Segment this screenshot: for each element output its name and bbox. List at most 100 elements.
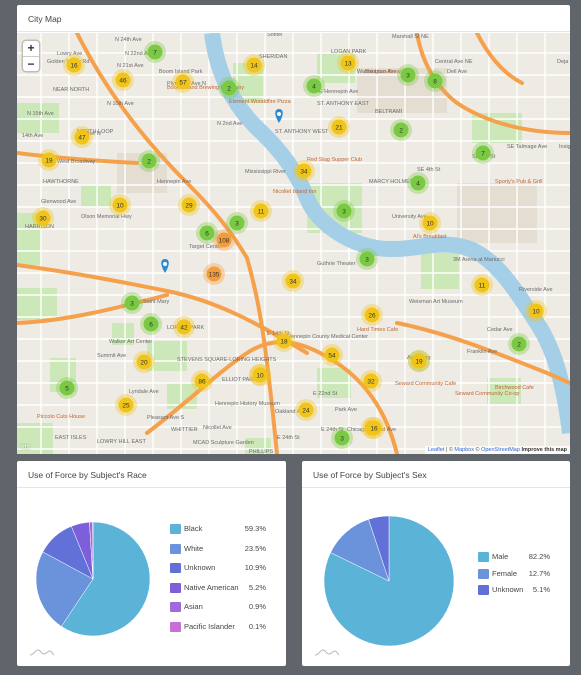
race-chart-title: Use of Force by Subject's Race	[17, 461, 286, 488]
incident-cluster[interactable]: 4	[303, 75, 325, 97]
cluster-count: 2	[227, 86, 231, 93]
zoom-out-button[interactable]: −	[23, 56, 39, 71]
incident-cluster[interactable]: 2	[508, 333, 530, 355]
leaflet-link[interactable]: Leaflet	[428, 447, 445, 453]
map-label-cedar-ave: Cedar Ave	[487, 327, 513, 333]
legend-percent: 5.2%	[248, 582, 266, 592]
incident-cluster[interactable]: 2	[218, 77, 240, 99]
legend-label: Unknown	[492, 585, 524, 594]
incident-cluster[interactable]: 26	[361, 304, 383, 326]
incident-cluster[interactable]: 6	[140, 313, 162, 335]
incident-cluster[interactable]: 19	[38, 149, 60, 171]
cluster-count: 47	[78, 135, 86, 142]
incident-cluster[interactable]: 10	[109, 194, 131, 216]
incident-cluster[interactable]: 3	[333, 200, 355, 222]
incident-cluster[interactable]: 20	[133, 351, 155, 373]
incident-cluster[interactable]: 10	[419, 212, 441, 234]
legend-swatch	[478, 552, 489, 562]
incident-cluster[interactable]: 10	[525, 300, 547, 322]
incident-cluster[interactable]: 3	[356, 248, 378, 270]
legend-percent: 0.1%	[248, 621, 266, 631]
park	[17, 103, 59, 133]
incident-cluster[interactable]: 24	[295, 399, 317, 421]
incident-cluster[interactable]: 16	[63, 54, 85, 76]
cluster-count: 25	[122, 403, 130, 410]
incident-cluster[interactable]: 18	[273, 330, 295, 352]
map-label-whittier: WHITTIER	[171, 427, 198, 433]
map-label-e-24th-st: E 24th St	[277, 435, 300, 441]
incident-cluster[interactable]: 86	[191, 370, 213, 392]
zoom-control: + −	[23, 41, 39, 71]
map-viewport[interactable]: N 24th AveLowry AveN 22nd AveN 21st AveP…	[17, 33, 570, 454]
incident-cluster[interactable]: 29	[178, 194, 200, 216]
legend-item-native-american[interactable]: Native American 5.2%	[170, 582, 266, 595]
map-label-sporty-s-pub-grill: Sporty's Pub & Grill	[495, 179, 543, 185]
incident-cluster[interactable]: 6	[196, 222, 218, 244]
incident-cluster[interactable]: 21	[328, 116, 350, 138]
legend-item-white[interactable]: White 23.5%	[170, 543, 266, 556]
cluster-count: 10	[426, 221, 434, 228]
sex-chart-title: Use of Force by Subject's Sex	[302, 461, 570, 488]
incident-cluster[interactable]: 10	[249, 364, 271, 386]
legend-item-asian[interactable]: Asian 0.9%	[170, 601, 266, 614]
incident-cluster[interactable]: 32	[360, 370, 382, 392]
cluster-count: 11	[479, 283, 486, 290]
openstreetmap-link[interactable]: OpenStreetMap	[481, 447, 520, 453]
cluster-count: 2	[147, 159, 151, 166]
incident-cluster[interactable]: 19	[408, 350, 430, 372]
incident-cluster[interactable]: 13	[337, 52, 359, 74]
incident-cluster[interactable]: 57	[172, 71, 194, 93]
incident-cluster[interactable]: 135	[203, 263, 225, 285]
legend-swatch	[170, 524, 181, 534]
incident-cluster[interactable]: 3	[331, 427, 353, 449]
race-legend: Black 59.3% White 23.5% Unknown 10.9% Native A…	[170, 523, 266, 633]
legend-item-pacific-islander[interactable]: Pacific Islander 0.1%	[170, 621, 266, 634]
map-label-e-hennepin-ave: E Hennepin Ave	[319, 89, 358, 95]
incident-cluster[interactable]: 46	[112, 69, 134, 91]
legend-item-unknown[interactable]: Unknown 10.9%	[170, 562, 266, 575]
legend-item-unknown[interactable]: Unknown 5.1%	[478, 584, 550, 597]
incident-cluster[interactable]: 3	[397, 64, 419, 86]
incident-cluster[interactable]: 5	[56, 377, 78, 399]
incident-cluster[interactable]: 11	[250, 200, 272, 222]
incident-cluster[interactable]: 30	[32, 207, 54, 229]
cluster-count: 30	[39, 216, 47, 223]
legend-label: Male	[492, 552, 509, 561]
incident-cluster[interactable]: 3	[226, 212, 248, 234]
cluster-count: 19	[45, 158, 53, 165]
chart-sparkline-icon	[314, 649, 340, 656]
incident-cluster[interactable]: 34	[282, 270, 304, 292]
incident-cluster[interactable]: 8	[424, 70, 446, 92]
map-label-element-wooddfire-pizza: Element Wooddfire Pizza	[229, 99, 292, 105]
cluster-count: 20	[140, 360, 148, 367]
incident-cluster[interactable]: 54	[321, 344, 343, 366]
legend-item-black[interactable]: Black 59.3%	[170, 523, 266, 536]
incident-cluster[interactable]: 14	[243, 54, 265, 76]
legend-label: Asian	[184, 602, 203, 611]
incident-cluster[interactable]: 34	[293, 160, 315, 182]
incident-cluster[interactable]: 7	[472, 142, 494, 164]
map-label-near-north: NEAR NORTH	[53, 87, 89, 93]
map-label-birchwood-cafe: Birchwood Cafe	[495, 385, 534, 391]
incident-cluster[interactable]: 11	[471, 274, 493, 296]
legend-item-female[interactable]: Female 12.7%	[478, 568, 550, 581]
incident-cluster[interactable]: 47	[71, 126, 93, 148]
incident-cluster[interactable]: 3	[121, 292, 143, 314]
mapbox-link[interactable]: Mapbox	[454, 447, 474, 453]
map-canvas[interactable]: N 24th AveLowry AveN 22nd AveN 21st AveP…	[17, 33, 570, 454]
legend-item-male[interactable]: Male 82.2%	[478, 551, 550, 564]
cluster-count: 32	[367, 379, 375, 386]
map-label-riverside-ave: Riverside Ave	[519, 287, 553, 293]
incident-cluster[interactable]: 2	[390, 119, 412, 141]
incident-cluster[interactable]: 7	[144, 41, 166, 63]
legend-percent: 23.5%	[244, 543, 266, 553]
incident-cluster[interactable]: 16	[363, 417, 385, 439]
incident-cluster[interactable]: 25	[115, 394, 137, 416]
map-label-insight: Insight	[559, 144, 570, 150]
zoom-in-button[interactable]: +	[23, 41, 39, 56]
incident-cluster[interactable]: 2	[138, 150, 160, 172]
incident-cluster[interactable]: 42	[173, 316, 195, 338]
improve-map-link[interactable]: Improve this map	[521, 447, 567, 453]
incident-cluster[interactable]: 4	[407, 172, 429, 194]
city-map-panel: City Map N 24th Ave Lowry Ave N 22nd Ave…	[17, 5, 570, 454]
